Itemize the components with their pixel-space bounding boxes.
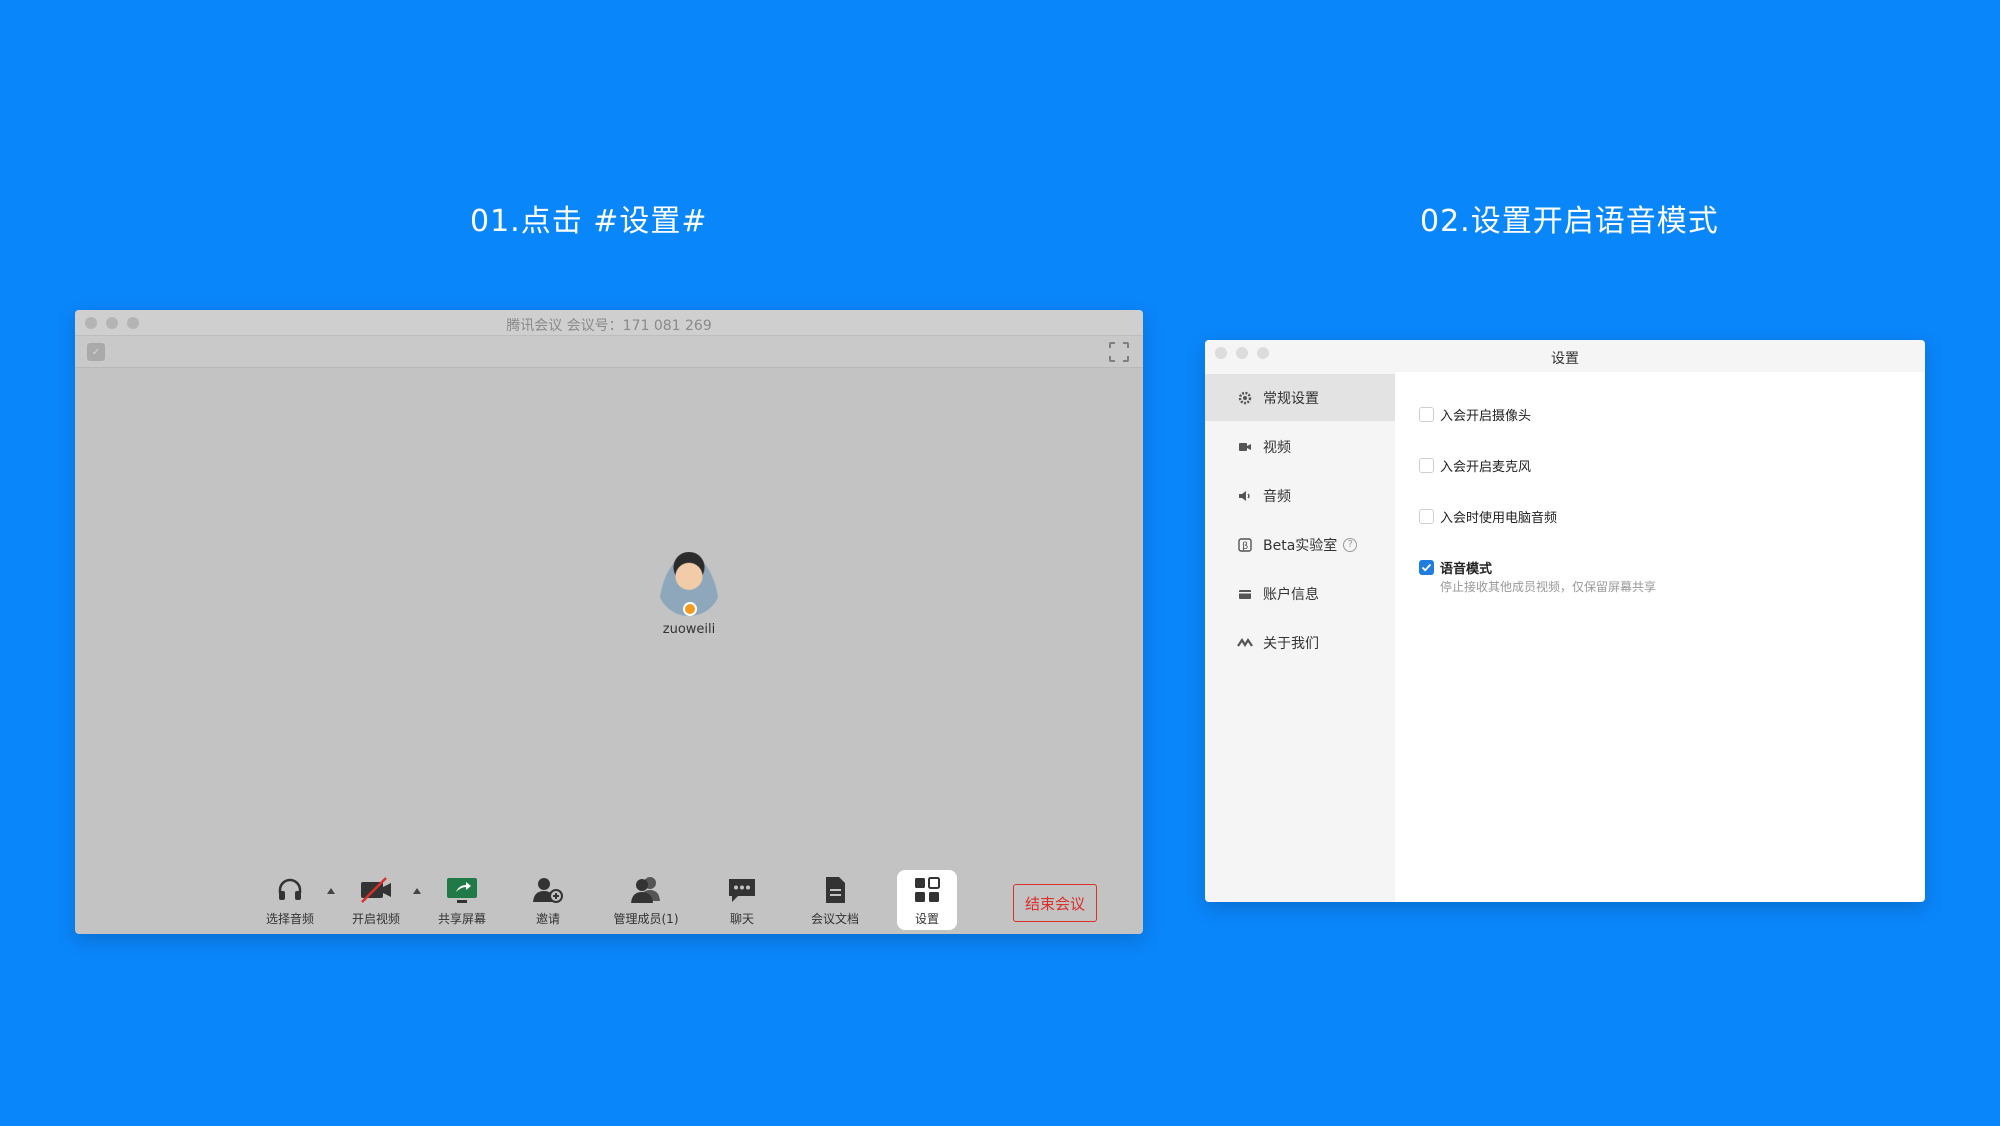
document-icon (800, 874, 870, 906)
camera-icon (1237, 439, 1253, 455)
logo-icon (1237, 635, 1253, 651)
share-screen-button[interactable]: 共享屏幕 (427, 874, 497, 927)
nav-about[interactable]: 关于我们 (1205, 619, 1395, 666)
participant-tile: zuoweili (649, 552, 729, 637)
checkbox[interactable] (1419, 509, 1434, 524)
checkbox[interactable] (1419, 407, 1434, 422)
help-icon[interactable]: ? (1343, 538, 1357, 552)
meeting-subbar: ✓ (75, 336, 1143, 368)
settings-title: 设置 (1205, 348, 1925, 368)
end-meeting-button[interactable]: 结束会议 (1013, 884, 1097, 922)
svg-text:β: β (1242, 541, 1248, 552)
invite-button[interactable]: 邀请 (513, 874, 583, 927)
option-camera-on-join[interactable]: 入会开启摄像头 (1419, 405, 1531, 424)
chat-icon (707, 874, 777, 906)
host-badge-icon (683, 602, 697, 616)
settings-body: 常规设置 视频 音频 β Beta实验室 ? (1205, 372, 1925, 902)
checkmark-icon (1421, 562, 1432, 573)
card-icon (1237, 586, 1253, 602)
camera-off-icon (341, 874, 411, 906)
share-screen-icon (427, 874, 497, 906)
apps-grid-icon (897, 874, 957, 906)
nav-beta-lab[interactable]: β Beta实验室 ? (1205, 521, 1395, 568)
speaker-icon (1237, 488, 1253, 504)
headphones-icon (255, 874, 325, 906)
audio-button[interactable]: 选择音频 (255, 874, 325, 927)
meeting-docs-button[interactable]: 会议文档 (800, 874, 870, 927)
invite-user-icon (513, 874, 583, 906)
nav-video[interactable]: 视频 (1205, 423, 1395, 470)
settings-titlebar: 设置 (1205, 340, 1925, 372)
settings-content: 入会开启摄像头 入会开启麦克风 入会时使用电脑音频 语音模式 停止接收其他成员视… (1395, 372, 1925, 902)
meeting-titlebar: 腾讯会议 会议号：171 081 269 (75, 310, 1143, 336)
step1-title: 01.点击 #设置# (470, 196, 708, 240)
meeting-toolbar: 选择音频 开启视频 共享屏幕 邀请 管理成员(1) (75, 864, 1143, 934)
manage-members-button[interactable]: 管理成员(1) (611, 874, 681, 927)
meeting-window: 腾讯会议 会议号：171 081 269 ✓ zuoweili 选择音频 开启视… (75, 310, 1143, 934)
video-button[interactable]: 开启视频 (341, 874, 411, 927)
checkbox-checked[interactable] (1419, 560, 1434, 575)
settings-button[interactable]: 设置 (897, 870, 957, 930)
meeting-title: 腾讯会议 会议号：171 081 269 (75, 315, 1143, 335)
fullscreen-icon[interactable] (1109, 342, 1129, 362)
gear-icon (1237, 390, 1253, 406)
voice-mode-description: 停止接收其他成员视频，仅保留屏幕共享 (1440, 578, 1656, 595)
avatar (657, 552, 721, 616)
shield-icon[interactable]: ✓ (87, 343, 105, 361)
settings-window: 设置 常规设置 视频 音频 (1205, 340, 1925, 902)
members-icon (611, 874, 681, 906)
nav-audio[interactable]: 音频 (1205, 472, 1395, 519)
nav-general[interactable]: 常规设置 (1205, 374, 1395, 421)
option-voice-mode[interactable]: 语音模式 (1419, 558, 1492, 577)
checkbox[interactable] (1419, 458, 1434, 473)
option-mic-on-join[interactable]: 入会开启麦克风 (1419, 456, 1531, 475)
option-computer-audio[interactable]: 入会时使用电脑音频 (1419, 507, 1557, 526)
step2-title: 02.设置开启语音模式 (1420, 196, 1719, 240)
beta-icon: β (1237, 537, 1253, 553)
participant-name: zuoweili (649, 622, 729, 637)
video-options-caret-icon[interactable] (413, 888, 421, 894)
chat-button[interactable]: 聊天 (707, 874, 777, 927)
nav-account[interactable]: 账户信息 (1205, 570, 1395, 617)
audio-options-caret-icon[interactable] (327, 888, 335, 894)
settings-sidebar: 常规设置 视频 音频 β Beta实验室 ? (1205, 372, 1395, 902)
